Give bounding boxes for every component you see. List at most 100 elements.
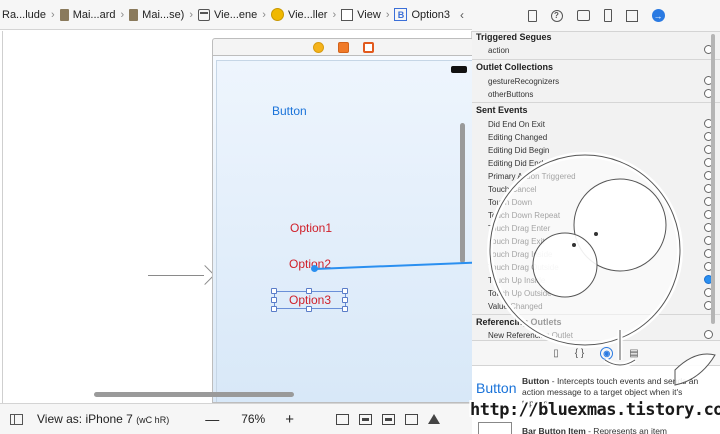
resize-handle[interactable] — [342, 288, 348, 294]
update-frames-icon[interactable] — [335, 413, 349, 425]
divider — [2, 31, 3, 403]
root-view[interactable] — [216, 60, 473, 402]
zoom-out-button[interactable]: — — [205, 411, 219, 427]
bar-button-item-thumbnail[interactable] — [478, 422, 512, 434]
watermark-url: http://bluexmas.tistory.com/ — [470, 400, 720, 420]
button-b-icon: B — [394, 8, 408, 21]
file-template-icon[interactable]: ▯ — [553, 348, 559, 359]
divider — [472, 59, 720, 60]
breadcrumb-7[interactable]: B Option3 — [392, 8, 452, 21]
connection-row: Touch Drag Inside — [488, 250, 553, 259]
library-button-item[interactable]: Button — [476, 380, 516, 396]
canvas-bottom-bar: View as: iPhone 7 (wC hR) — 76% + — [0, 403, 472, 434]
connection-row: Touch Drag Enter — [488, 224, 551, 233]
connection-row: Touch Up Outside — [488, 289, 552, 298]
divider — [472, 314, 720, 315]
xcode-window: Ra...lude › Mai...ard › Mai...se) › Vie.… — [0, 0, 720, 434]
quick-help-icon[interactable]: ? — [550, 9, 563, 22]
option1-label[interactable]: Option1 — [290, 221, 332, 235]
breadcrumb-label: Vie...ller — [287, 8, 328, 21]
connection-row: otherButtons — [488, 90, 534, 99]
resize-handle[interactable] — [271, 297, 277, 303]
section-title: Sent Events — [476, 105, 528, 115]
library-item-title: Bar Button Item — [522, 426, 586, 434]
connection-row: Editing Did Begin — [488, 146, 550, 155]
chevron-right-icon: › — [120, 8, 125, 21]
zoom-in-button[interactable]: + — [285, 411, 294, 428]
resize-handle[interactable] — [306, 288, 312, 294]
connection-row: Primary Action Triggered — [488, 172, 576, 181]
view-controller-icon — [270, 8, 284, 21]
resize-handle[interactable] — [306, 306, 312, 312]
first-responder-icon[interactable] — [337, 41, 349, 53]
breadcrumb-label: Mai...se) — [142, 8, 185, 21]
breadcrumb-label: Mai...ard — [72, 8, 116, 21]
view-controller-icon[interactable] — [312, 41, 324, 53]
resolve-issues-icon[interactable] — [427, 414, 440, 424]
connection-row: Did End On Exit — [488, 120, 545, 129]
pin-icon[interactable] — [404, 413, 418, 425]
breadcrumb-label: Ra...lude — [2, 8, 47, 21]
connections-inspector: Triggered Segues action Outlet Collectio… — [472, 32, 720, 340]
breadcrumb-3[interactable]: Mai...se) — [127, 8, 186, 21]
breadcrumb-label: View — [357, 8, 381, 21]
breadcrumb-2[interactable]: Mai...ard — [58, 8, 118, 21]
chevron-right-icon: › — [262, 8, 266, 21]
library-tab-bar: ▯ { } ◉ ▤ — [472, 340, 720, 366]
divider — [472, 102, 720, 103]
stack-icon[interactable] — [358, 413, 372, 425]
storyboard-canvas[interactable]: Button Option1 Option2 Option3 — [0, 31, 474, 403]
inspector-scrollbar[interactable] — [711, 34, 715, 324]
file-icon — [129, 8, 139, 21]
chevron-right-icon: › — [332, 8, 337, 21]
file-inspector-icon[interactable] — [527, 9, 537, 22]
object-library-icon[interactable]: ◉ — [600, 346, 614, 360]
connection-row: Touch Drag Exit — [488, 237, 545, 246]
resize-handle[interactable] — [271, 306, 277, 312]
document-outline-icon[interactable] — [10, 413, 23, 425]
connection-row: Touch Down — [488, 198, 533, 207]
chevron-left-icon[interactable]: ‹ — [460, 8, 464, 22]
canvas-vertical-scrollbar[interactable] — [460, 123, 465, 263]
inspector-tab-bar: ? → — [472, 0, 720, 32]
resize-handle[interactable] — [342, 297, 348, 303]
breadcrumb-6[interactable]: View — [339, 8, 383, 21]
breadcrumb-5[interactable]: Vie...ller — [269, 8, 330, 21]
connection-row: Value Changed — [488, 302, 543, 311]
breadcrumb-label: Option3 — [411, 8, 451, 21]
library-item-text: - Represents an item — [585, 426, 668, 434]
attributes-inspector-icon[interactable] — [603, 9, 612, 22]
identity-inspector-icon[interactable] — [576, 10, 590, 21]
battery-icon — [451, 66, 467, 73]
view-as-label[interactable]: View as: iPhone 7 (wC hR) — [37, 412, 169, 426]
breadcrumb-1[interactable]: Ra...lude — [0, 9, 48, 21]
view-icon — [341, 8, 354, 21]
connection-row: action — [488, 46, 510, 55]
connection-row: Touch Cancel — [488, 185, 537, 194]
connection-row: Editing Changed — [488, 133, 548, 142]
connection-well[interactable] — [704, 330, 713, 339]
scene-icon — [198, 8, 211, 21]
breadcrumb-label: Vie...ene — [214, 8, 258, 21]
jump-bar: Ra...lude › Mai...ard › Mai...se) › Vie.… — [0, 0, 472, 30]
connection-row: Touch Down Repeat — [488, 211, 561, 220]
chevron-right-icon: › — [51, 8, 55, 21]
canvas-horizontal-scrollbar[interactable] — [94, 392, 294, 397]
connections-inspector-icon[interactable]: → — [651, 9, 665, 22]
breadcrumb-4[interactable]: Vie...ene — [196, 8, 259, 21]
device-frame — [212, 55, 474, 403]
chevron-right-icon: › — [385, 8, 390, 21]
connection-row: gestureRecognizers — [488, 77, 560, 86]
resize-handle[interactable] — [342, 306, 348, 312]
exit-icon[interactable] — [362, 41, 374, 53]
size-inspector-icon[interactable] — [625, 9, 638, 22]
library-item-title: Button — [522, 376, 550, 386]
issue-nav: ‹ — [460, 8, 472, 22]
button-element[interactable]: Button — [272, 104, 307, 118]
library-item-description: Bar Button Item - Represents an item — [522, 426, 667, 434]
align-icon[interactable] — [381, 413, 395, 425]
media-library-icon[interactable]: ▤ — [629, 348, 638, 359]
code-snippet-icon[interactable]: { } — [575, 348, 584, 359]
resize-handle[interactable] — [271, 288, 277, 294]
section-title: Outlet Collections — [476, 62, 554, 72]
